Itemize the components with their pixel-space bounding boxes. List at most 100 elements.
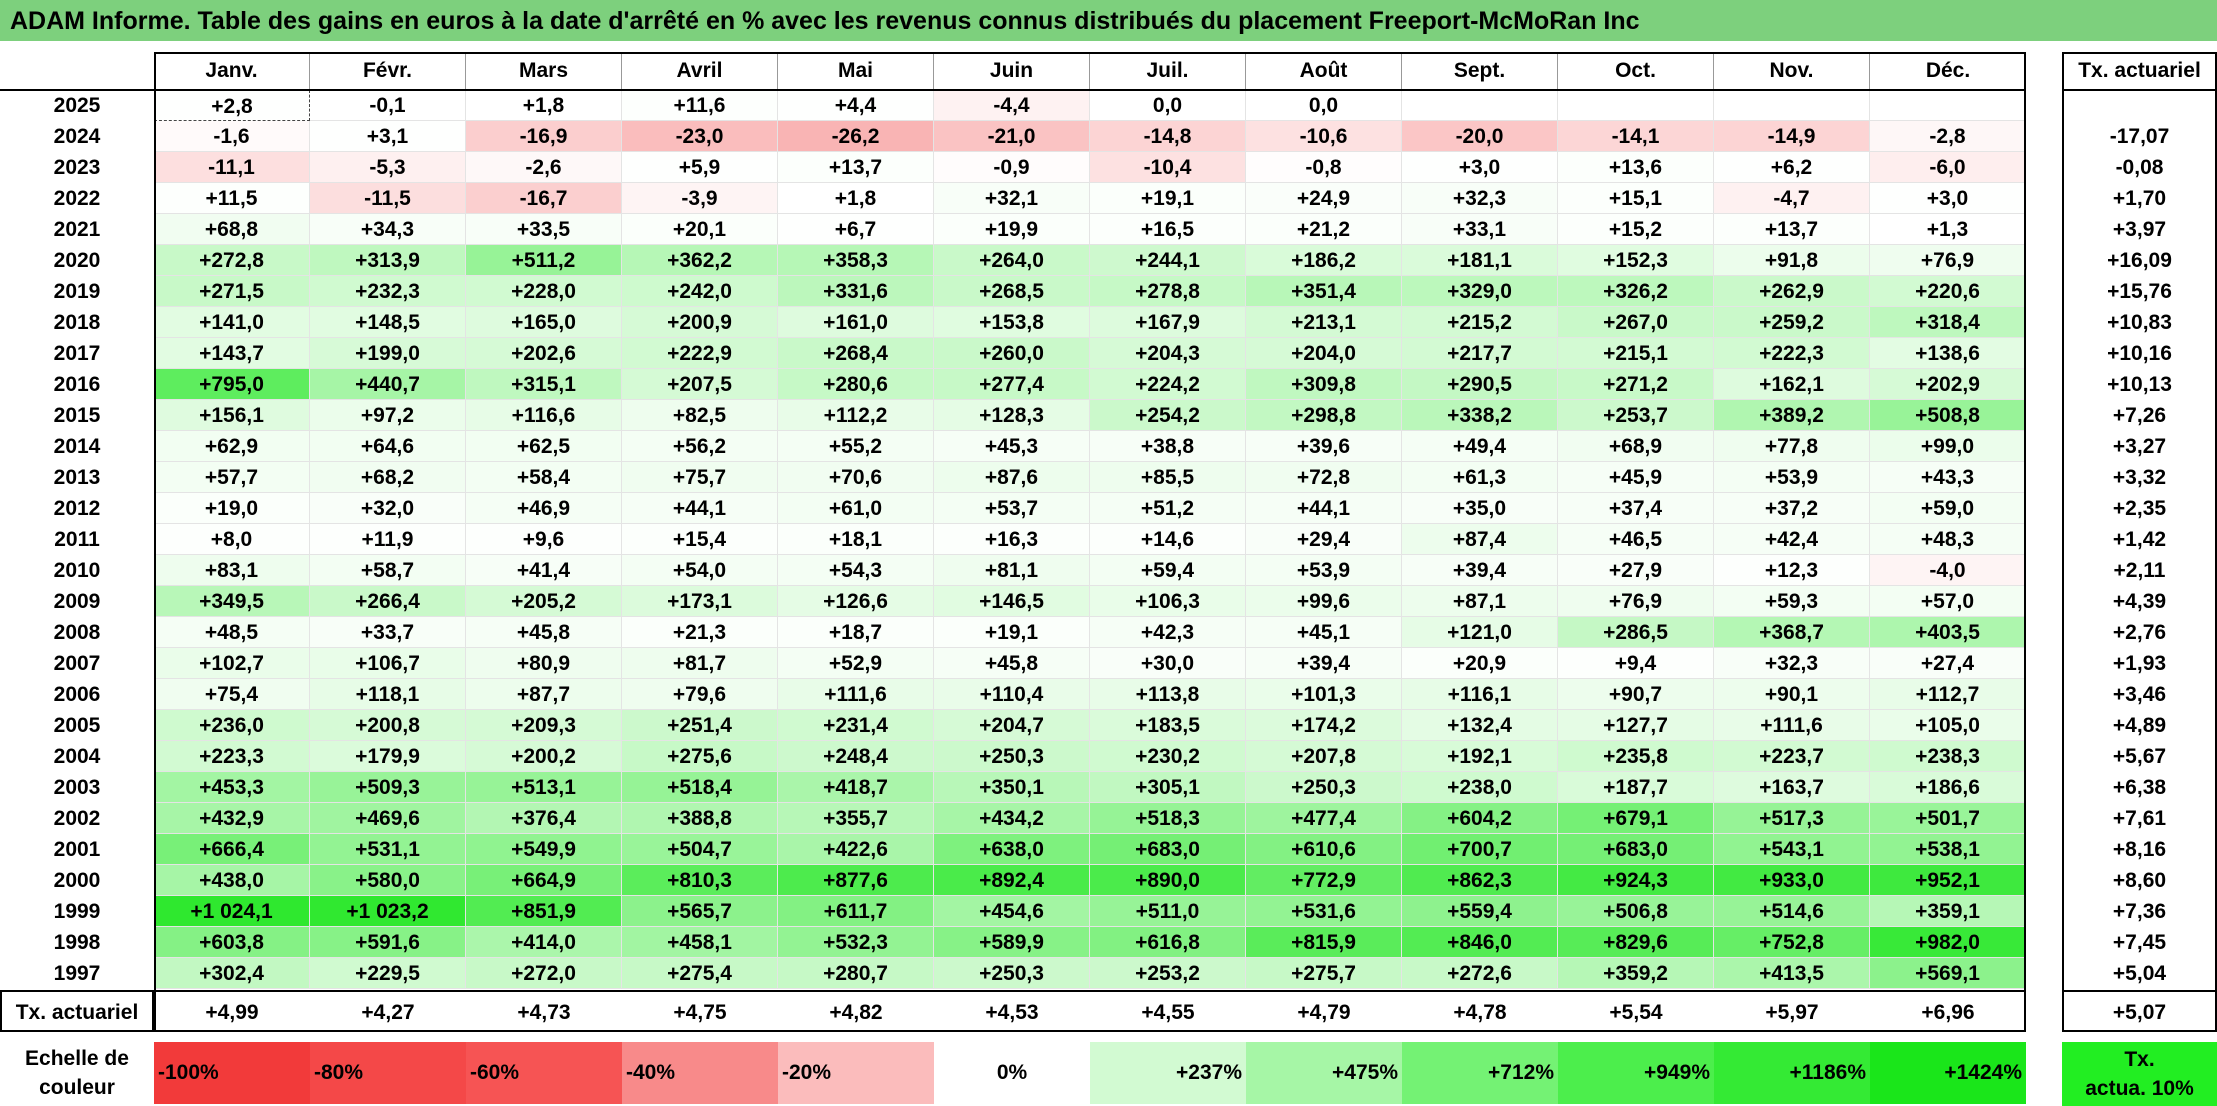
table-cell: +207,5 [622, 369, 778, 400]
table-cell: +77,8 [1714, 431, 1870, 462]
table-cell: -26,2 [778, 121, 934, 152]
color-scale-swatch: -80% [310, 1042, 466, 1104]
table-cell: +679,1 [1558, 803, 1714, 834]
table-cell: +59,4 [1090, 555, 1246, 586]
summary-topline [0, 990, 2026, 992]
tx-actuariel-cell [2062, 90, 2217, 121]
row-year-label: 2018 [53, 311, 101, 334]
table-cell: -16,7 [466, 183, 622, 214]
table-cell: +97,2 [310, 400, 466, 431]
table-cell: +44,1 [1246, 493, 1402, 524]
table-cell: +62,5 [466, 431, 622, 462]
summary-tx-cell: +5,07 [2112, 1001, 2167, 1024]
row-year-label: 2016 [53, 373, 101, 396]
table-cell: +44,1 [622, 493, 778, 524]
table-cell: +27,4 [1870, 648, 2026, 679]
table-cell: +222,3 [1714, 338, 1870, 369]
table-cell: +610,6 [1246, 834, 1402, 865]
table-cell [1870, 90, 2026, 121]
table-cell: +272,0 [466, 958, 622, 989]
table-cell: -11,5 [310, 183, 466, 214]
table-cell: +16,5 [1090, 214, 1246, 245]
table-cell: +209,3 [466, 710, 622, 741]
table-cell: +13,7 [1714, 214, 1870, 245]
table-cell: -14,1 [1558, 121, 1714, 152]
tx-actuariel-cell: +4,89 [2112, 714, 2167, 737]
table-cell: +432,9 [154, 803, 310, 834]
tx-actuariel-cell: -0,08 [2115, 156, 2164, 179]
table-cell: +32,3 [1402, 183, 1558, 214]
table-row: 2016 +795,0 +440,7 +315,1 +207,5 +280,6 +277,4… [0, 369, 2217, 400]
table-row: 2018 +141,0 +148,5 +165,0 +200,9 +161,0 +153,8… [0, 307, 2217, 338]
month-header-row: Janv. Févr. Mars Avril Mai Juin Juil. Août Sept.… [0, 52, 2217, 90]
table-cell: -14,9 [1714, 121, 1870, 152]
table-cell: +511,0 [1090, 896, 1246, 927]
table-cell: +148,5 [310, 307, 466, 338]
table-cell: +272,6 [1402, 958, 1558, 989]
table-cell: +87,6 [934, 462, 1090, 493]
table-cell: +204,0 [1246, 338, 1402, 369]
table-cell: +70,6 [778, 462, 934, 493]
summary-label: Tx. actuariel [15, 1001, 139, 1024]
summary-row: Tx. actuariel +4,99 +4,27 +4,73 +4,75 +4,82 +4… [0, 995, 2217, 1031]
table-cell: +118,1 [310, 679, 466, 710]
table-cell: +532,3 [778, 927, 934, 958]
table-cell: +3,0 [1870, 183, 2026, 214]
table-cell: +111,6 [778, 679, 934, 710]
table-cell: +37,4 [1558, 493, 1714, 524]
summary-cell: +4,82 [829, 1001, 883, 1024]
table-cell: +278,8 [1090, 276, 1246, 307]
table-cell: +34,3 [310, 214, 466, 245]
table-row: 2015 +156,1 +97,2 +116,6 +82,5 +112,2 +128,3 +2… [0, 400, 2217, 431]
table-cell: +1 024,1 [154, 896, 310, 927]
table-cell: +280,6 [778, 369, 934, 400]
month-header-1: Janv. [154, 52, 310, 90]
color-scale: -100% -80% -60% -40% -20% 0% +237% +475% +712% +9… [0, 1040, 2217, 1106]
table-cell: +21,2 [1246, 214, 1402, 245]
tx-actuariel-cell: +1,93 [2112, 652, 2167, 675]
table-cell: +589,9 [934, 927, 1090, 958]
color-scale-swatch: +949% [1558, 1042, 1714, 1104]
table-cell: +438,0 [154, 865, 310, 896]
tx-actuariel-cell: +8,60 [2112, 869, 2167, 892]
table-cell: +48,5 [154, 617, 310, 648]
table-row: 2005 +236,0 +200,8 +209,3 +251,4 +231,4 +204,7… [0, 710, 2217, 741]
table-cell: +236,0 [154, 710, 310, 741]
row-year-label: 2011 [54, 528, 100, 551]
table-cell: -11,1 [154, 152, 310, 183]
table-cell: +186,2 [1246, 245, 1402, 276]
table-cell: +39,4 [1402, 555, 1558, 586]
table-cell: +99,6 [1246, 586, 1402, 617]
table-cell: +14,6 [1090, 524, 1246, 555]
table-cell: +53,9 [1714, 462, 1870, 493]
month-header-10: Oct. [1558, 52, 1714, 90]
table-cell: +82,5 [622, 400, 778, 431]
tx-actuariel-cell: +15,76 [2107, 280, 2172, 303]
table-row: 2006 +75,4 +118,1 +87,7 +79,6 +111,6 +110,4 +11… [0, 679, 2217, 710]
table-cell: -14,8 [1090, 121, 1246, 152]
table-cell: +112,2 [778, 400, 934, 431]
table-cell: +192,1 [1402, 741, 1558, 772]
table-cell: +267,0 [1558, 307, 1714, 338]
color-scale-label: Echelle de couleur [0, 1044, 154, 1106]
month-header-8: Août [1246, 52, 1402, 90]
tx-actuariel-cell: +3,46 [2112, 683, 2167, 706]
table-cell: +253,2 [1090, 958, 1246, 989]
table-cell: +167,9 [1090, 307, 1246, 338]
table-cell: +146,5 [934, 586, 1090, 617]
table-cell: +518,4 [622, 772, 778, 803]
table-cell: +127,7 [1558, 710, 1714, 741]
table-cell: +138,6 [1870, 338, 2026, 369]
row-year-label: 2009 [53, 590, 101, 613]
table-cell: +603,8 [154, 927, 310, 958]
table-cell: +179,9 [310, 741, 466, 772]
row-year-label: 2019 [53, 280, 101, 303]
table-cell: +298,8 [1246, 400, 1402, 431]
table-cell: +20,9 [1402, 648, 1558, 679]
color-scale-swatch: -100% [154, 1042, 310, 1104]
table-cell: +32,3 [1714, 648, 1870, 679]
table-cell: +318,4 [1870, 307, 2026, 338]
table-cell: +604,2 [1402, 803, 1558, 834]
table-cell: +359,1 [1870, 896, 2026, 927]
summary-cell: +4,99 [205, 1001, 259, 1024]
